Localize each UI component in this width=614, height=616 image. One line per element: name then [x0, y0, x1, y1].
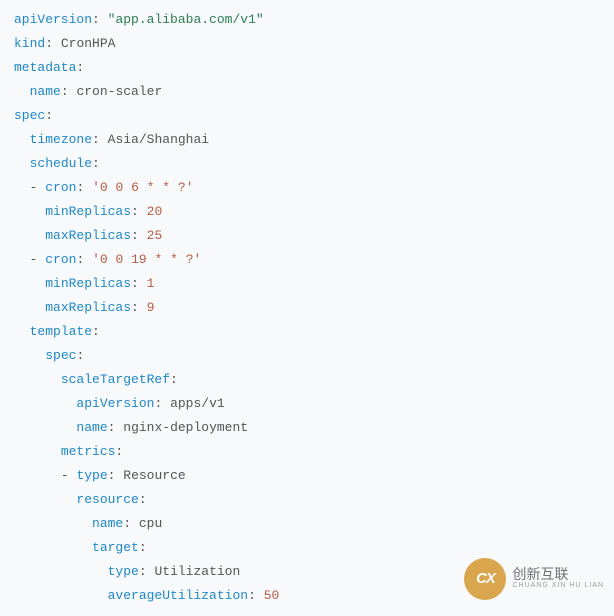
key-minReplicas: minReplicas — [45, 276, 131, 291]
yaml-code-block: apiVersion: "app.alibaba.com/v1" kind: C… — [0, 0, 614, 616]
key-schedule: schedule — [30, 156, 92, 171]
key-maxReplicas: maxReplicas — [45, 228, 131, 243]
watermark-subtext: CHUANG XIN HU LIAN — [512, 581, 604, 591]
key-maxReplicas: maxReplicas — [45, 300, 131, 315]
val-kind: CronHPA — [61, 36, 116, 51]
key-spec: spec — [14, 108, 45, 123]
key-apiVersion: apiVersion — [76, 396, 154, 411]
val-min1: 20 — [147, 204, 163, 219]
key-timezone: timezone — [30, 132, 92, 147]
key-template: template — [30, 324, 92, 339]
val-cron1: '0 0 6 * * ?' — [92, 180, 193, 195]
key-name: name — [76, 420, 107, 435]
key-averageUtilization: averageUtilization — [108, 588, 248, 603]
val-targetType: Utilization — [154, 564, 240, 579]
key-metadata: metadata — [14, 60, 76, 75]
val-avgUtil: 50 — [264, 588, 280, 603]
key-name: name — [92, 516, 123, 531]
key-scaleTargetRef: scaleTargetRef — [61, 372, 170, 387]
key-spec: spec — [45, 348, 76, 363]
val-max1: 25 — [147, 228, 163, 243]
key-type: type — [76, 468, 107, 483]
val-name: cron-scaler — [76, 84, 162, 99]
watermark-icon: CX — [464, 558, 506, 600]
key-cron: cron — [45, 252, 76, 267]
val-max2: 9 — [147, 300, 155, 315]
key-resource: resource — [76, 492, 138, 507]
key-metrics: metrics — [61, 444, 116, 459]
val-min2: 1 — [147, 276, 155, 291]
val-apiVersion: "app.alibaba.com/v1" — [108, 12, 264, 27]
val-starName: nginx-deployment — [123, 420, 248, 435]
val-resourceName: cpu — [139, 516, 162, 531]
val-starApiVersion: apps/v1 — [170, 396, 225, 411]
val-timezone: Asia/Shanghai — [108, 132, 209, 147]
watermark: CX 创新互联 CHUANG XIN HU LIAN — [464, 558, 604, 600]
val-cron2: '0 0 19 * * ?' — [92, 252, 201, 267]
key-name: name — [30, 84, 61, 99]
key-kind: kind — [14, 36, 45, 51]
watermark-text: 创新互联 — [512, 567, 604, 581]
key-minReplicas: minReplicas — [45, 204, 131, 219]
val-metricType: Resource — [123, 468, 185, 483]
key-type: type — [108, 564, 139, 579]
key-apiVersion: apiVersion — [14, 12, 92, 27]
key-cron: cron — [45, 180, 76, 195]
key-target: target — [92, 540, 139, 555]
